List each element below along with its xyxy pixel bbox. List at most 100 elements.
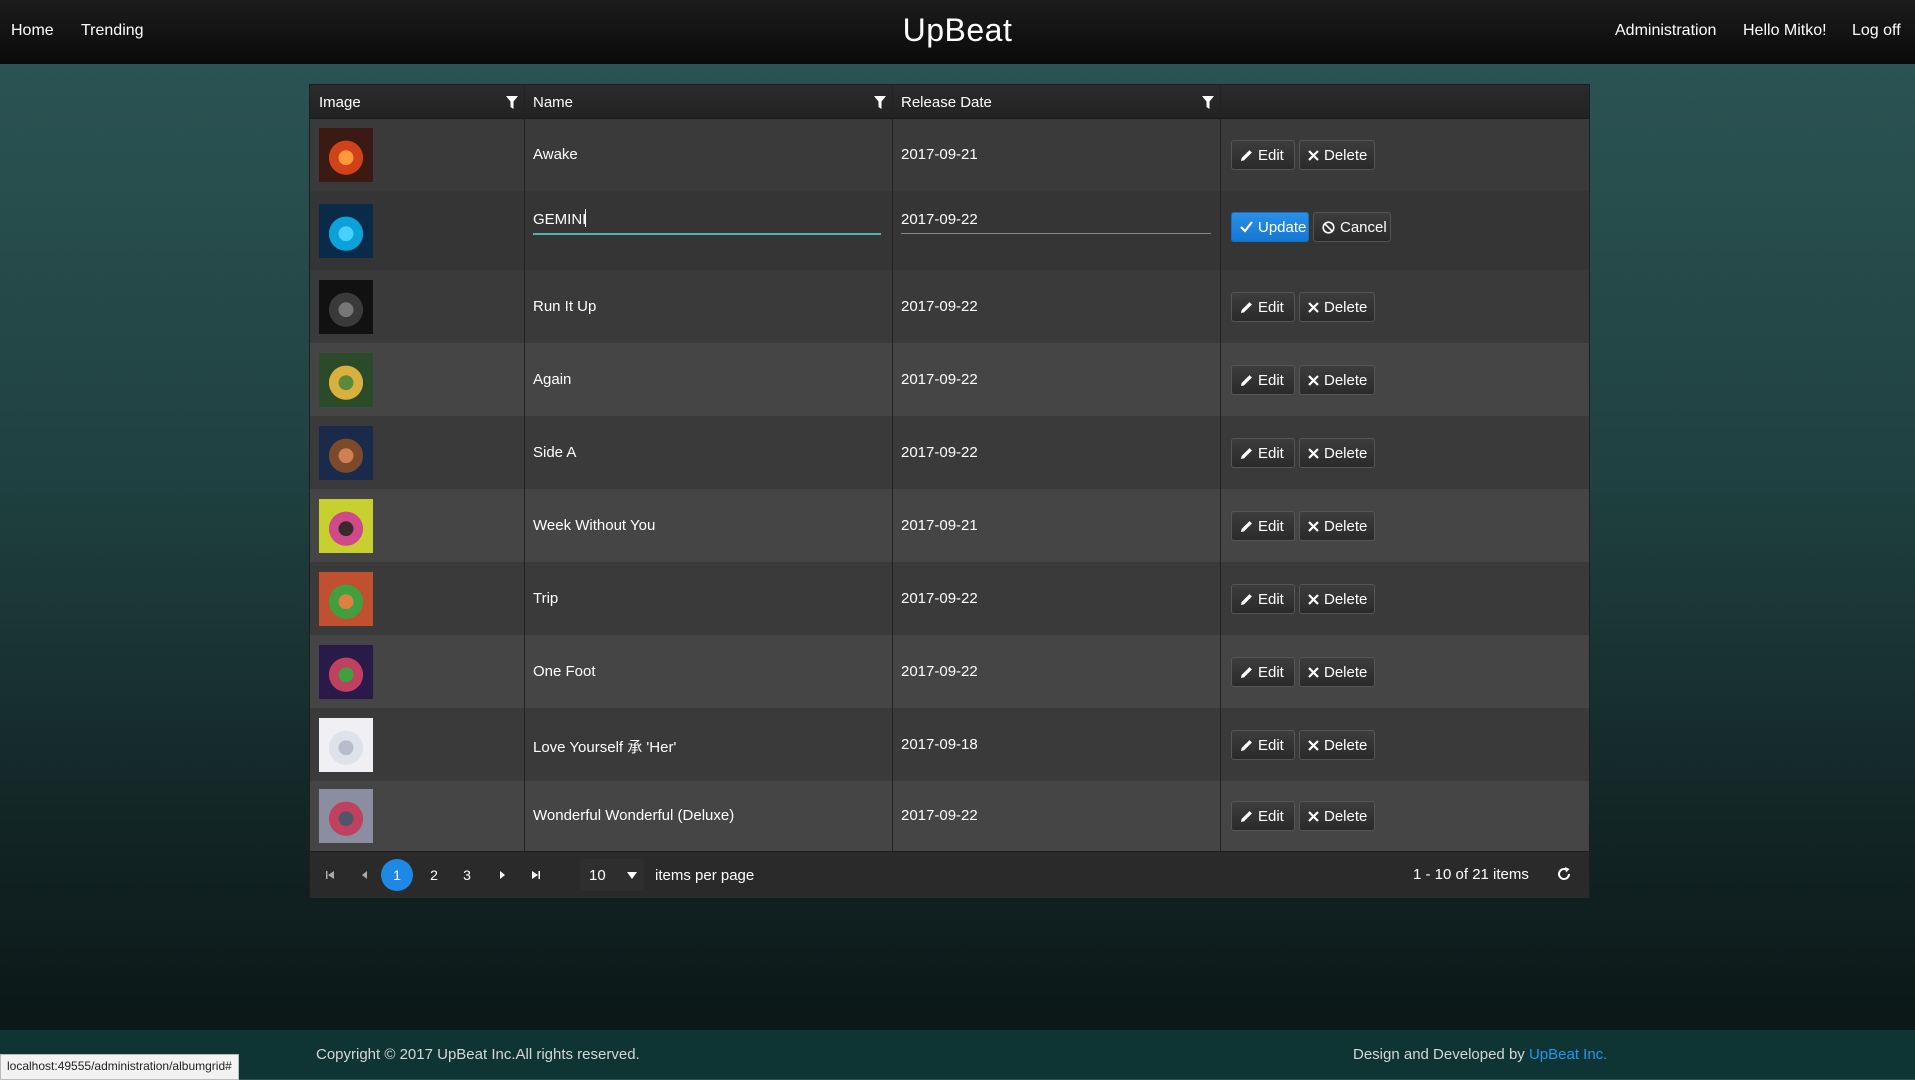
edit-button[interactable]: Edit: [1231, 438, 1295, 468]
album-name: Awake: [533, 146, 578, 163]
edit-button[interactable]: Edit: [1231, 584, 1295, 614]
close-icon: [1308, 739, 1319, 751]
pencil-icon: [1241, 149, 1252, 161]
edit-button[interactable]: Edit: [1231, 801, 1295, 831]
close-icon: [1308, 666, 1319, 678]
page-number-button[interactable]: 3: [455, 863, 479, 887]
table-row: Love Yourself 承 'Her' 2017-09-18 Edit Delet…: [310, 708, 1589, 782]
page-size-value: 10: [589, 867, 606, 884]
page-size-select[interactable]: 10: [580, 859, 644, 891]
edit-button[interactable]: Edit: [1231, 365, 1295, 395]
delete-button-label: Delete: [1324, 663, 1368, 681]
column-divider: [1220, 85, 1221, 851]
release-date: 2017-09-21: [901, 517, 978, 534]
close-icon: [1308, 447, 1319, 459]
column-label-release-date: Release Date: [901, 94, 992, 111]
column-header-release-date[interactable]: Release Date: [892, 85, 1220, 118]
pencil-icon: [1241, 301, 1252, 313]
edit-button[interactable]: Edit: [1231, 292, 1295, 322]
delete-button[interactable]: Delete: [1299, 730, 1375, 760]
release-date: 2017-09-22: [901, 444, 978, 461]
company-link[interactable]: UpBeat Inc.: [1529, 1046, 1607, 1063]
delete-button-label: Delete: [1324, 807, 1368, 825]
album-name: Wonderful Wonderful (Deluxe): [533, 807, 735, 824]
release-date: 2017-09-22: [901, 211, 978, 228]
release-date: 2017-09-22: [901, 298, 978, 315]
delete-button-label: Delete: [1324, 146, 1368, 164]
page-number-button[interactable]: 2: [422, 863, 446, 887]
edit-button-label: Edit: [1258, 590, 1284, 608]
pencil-icon: [1241, 374, 1252, 386]
pencil-icon: [1241, 447, 1252, 459]
designer-credit: Design and Developed by UpBeat Inc.: [1353, 1046, 1607, 1063]
page-number-button[interactable]: 1: [381, 859, 413, 891]
album-name: Love Yourself 承 'Her': [533, 739, 677, 756]
previous-page-button[interactable]: [353, 863, 377, 887]
refresh-button[interactable]: [1555, 865, 1575, 885]
delete-button-label: Delete: [1324, 444, 1368, 462]
table-row: Trip 2017-09-22 Edit Delete: [310, 562, 1589, 636]
release-date: 2017-09-22: [901, 663, 978, 680]
edit-button[interactable]: Edit: [1231, 511, 1295, 541]
album-cover-image: [319, 645, 373, 699]
nav-administration-link[interactable]: Administration: [1615, 22, 1716, 40]
delete-button[interactable]: Delete: [1299, 657, 1375, 687]
album-name: Week Without You: [533, 517, 656, 534]
pencil-icon: [1241, 520, 1252, 532]
table-row: Week Without You 2017-09-21 Edit Delete: [310, 489, 1589, 563]
delete-button[interactable]: Delete: [1299, 140, 1375, 170]
edit-button-label: Edit: [1258, 371, 1284, 389]
nav-user-greeting[interactable]: Hello Mitko!: [1743, 22, 1827, 40]
edit-button[interactable]: Edit: [1231, 730, 1295, 760]
next-page-button[interactable]: [490, 863, 514, 887]
pencil-icon: [1241, 810, 1252, 822]
table-row: Wonderful Wonderful (Deluxe) 2017-09-22 Ed…: [310, 781, 1589, 852]
delete-button[interactable]: Delete: [1299, 584, 1375, 614]
release-date: 2017-09-22: [901, 590, 978, 607]
album-cover-image: [319, 280, 373, 334]
column-header-name[interactable]: Name: [524, 85, 892, 118]
pager-summary: 1 - 10 of 21 items: [1413, 866, 1529, 883]
album-name: Side A: [533, 444, 577, 461]
pencil-icon: [1241, 593, 1252, 605]
column-divider: [892, 85, 893, 851]
filter-icon[interactable]: [506, 96, 518, 109]
delete-button[interactable]: Delete: [1299, 438, 1375, 468]
album-name: Run It Up: [533, 298, 597, 315]
filter-icon[interactable]: [1202, 96, 1214, 109]
edit-button[interactable]: Edit: [1231, 140, 1295, 170]
grid-pager: 123 10 items per page 1 - 10 of 21 items: [310, 851, 1589, 898]
nav-logoff-link[interactable]: Log off: [1852, 22, 1901, 40]
name-edit-input[interactable]: GEMINI: [533, 207, 881, 235]
edit-button-label: Edit: [1258, 444, 1284, 462]
date-edit-input[interactable]: 2017-09-22: [901, 207, 1211, 234]
table-row: Awake 2017-09-21 Edit Delete: [310, 119, 1589, 192]
delete-button-label: Delete: [1324, 298, 1368, 316]
delete-button-label: Delete: [1324, 736, 1368, 754]
table-row: One Foot 2017-09-22 Edit Delete: [310, 635, 1589, 709]
table-row: Run It Up 2017-09-22 Edit Delete: [310, 270, 1589, 344]
column-header-image[interactable]: Image: [310, 85, 524, 118]
edit-button-label: Edit: [1258, 517, 1284, 535]
release-date: 2017-09-18: [901, 736, 978, 753]
delete-button-label: Delete: [1324, 371, 1368, 389]
album-cover-image: [319, 426, 373, 480]
delete-button[interactable]: Delete: [1299, 801, 1375, 831]
album-cover-image: [319, 204, 373, 258]
grid-header: Image Name Release Date: [310, 85, 1589, 119]
close-icon: [1308, 301, 1319, 313]
cancel-button-label: Cancel: [1340, 218, 1387, 236]
delete-button[interactable]: Delete: [1299, 292, 1375, 322]
close-icon: [1308, 593, 1319, 605]
delete-button-label: Delete: [1324, 590, 1368, 608]
last-page-icon: [532, 871, 540, 879]
cancel-button[interactable]: Cancel: [1313, 212, 1391, 242]
last-page-button[interactable]: [524, 863, 548, 887]
first-page-button[interactable]: [318, 863, 342, 887]
delete-button[interactable]: Delete: [1299, 511, 1375, 541]
delete-button[interactable]: Delete: [1299, 365, 1375, 395]
edit-button[interactable]: Edit: [1231, 657, 1295, 687]
refresh-icon: [1558, 867, 1571, 880]
update-button[interactable]: Update: [1231, 212, 1309, 242]
filter-icon[interactable]: [874, 96, 886, 109]
